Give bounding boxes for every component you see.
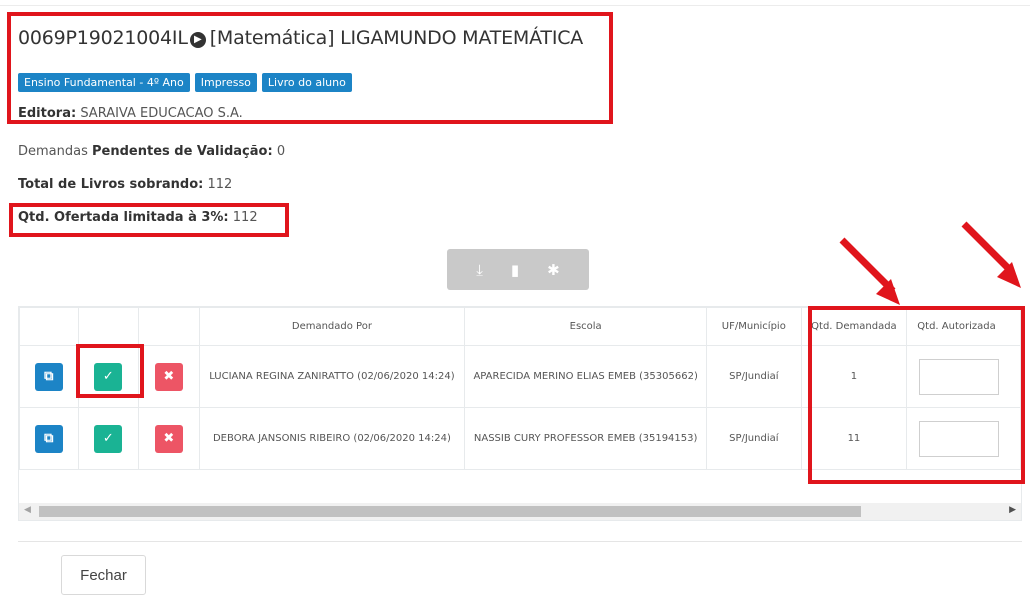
annotation-box-quantities	[808, 306, 1025, 484]
cell-escola: APARECIDA MERINO ELIAS EMEB (35305662)	[464, 345, 708, 408]
annotation-box-approve	[76, 344, 144, 398]
reject-button[interactable]: ✖	[154, 424, 183, 453]
cell-uf-municipio: SP/Jundiaí	[706, 407, 802, 470]
pending-line: Demandas Pendentes de Validação: 0	[18, 144, 285, 159]
reject-button[interactable]: ✖	[154, 362, 183, 391]
cell-demandado-por: DEBORA JANSONIS RIBEIRO (02/06/2020 14:2…	[198, 407, 466, 470]
header-demandado-por[interactable]: Demandado Por	[198, 307, 466, 346]
header-actions-1	[19, 307, 79, 346]
pending-value: 0	[276, 144, 286, 159]
pdf-icon[interactable]: ⧉	[34, 424, 63, 453]
scrollbar-thumb[interactable]	[39, 506, 861, 517]
header-escola[interactable]: Escola	[464, 307, 708, 346]
total-line: Total de Livros sobrando: 112	[18, 177, 232, 192]
export-toolbar: ⤓ ▮ ✱	[447, 249, 589, 290]
annotation-box-offered	[9, 203, 289, 237]
pending-prefix: Demandas	[18, 144, 88, 159]
annotation-box-header	[7, 12, 613, 124]
approve-button[interactable]: ✓	[94, 424, 123, 453]
cell-uf-municipio: SP/Jundiaí	[706, 345, 802, 408]
footer-divider	[18, 541, 1022, 542]
header-actions-3	[138, 307, 200, 346]
total-value: 112	[207, 177, 233, 192]
cell-demandado-por: LUCIANA REGINA ZANIRATTO (02/06/2020 14:…	[198, 345, 466, 408]
horizontal-scrollbar[interactable]: ◀ ▶	[19, 503, 1021, 520]
gear-icon[interactable]: ✱	[547, 261, 560, 279]
total-label: Total de Livros sobrando:	[18, 177, 204, 192]
download-icon[interactable]: ⤓	[476, 261, 483, 279]
scroll-right-icon[interactable]: ▶	[1009, 505, 1016, 515]
header-uf-municipio[interactable]: UF/Município	[706, 307, 802, 346]
pdf-icon[interactable]: ⧉	[34, 362, 63, 391]
pending-label: Pendentes de Validação:	[92, 144, 273, 159]
file-icon[interactable]: ▮	[511, 261, 519, 279]
cell-escola: NASSIB CURY PROFESSOR EMEB (35194153)	[464, 407, 708, 470]
top-divider	[0, 5, 1030, 6]
close-button[interactable]: Fechar	[61, 555, 146, 595]
scroll-left-icon[interactable]: ◀	[24, 505, 31, 515]
header-actions-2	[77, 307, 140, 346]
